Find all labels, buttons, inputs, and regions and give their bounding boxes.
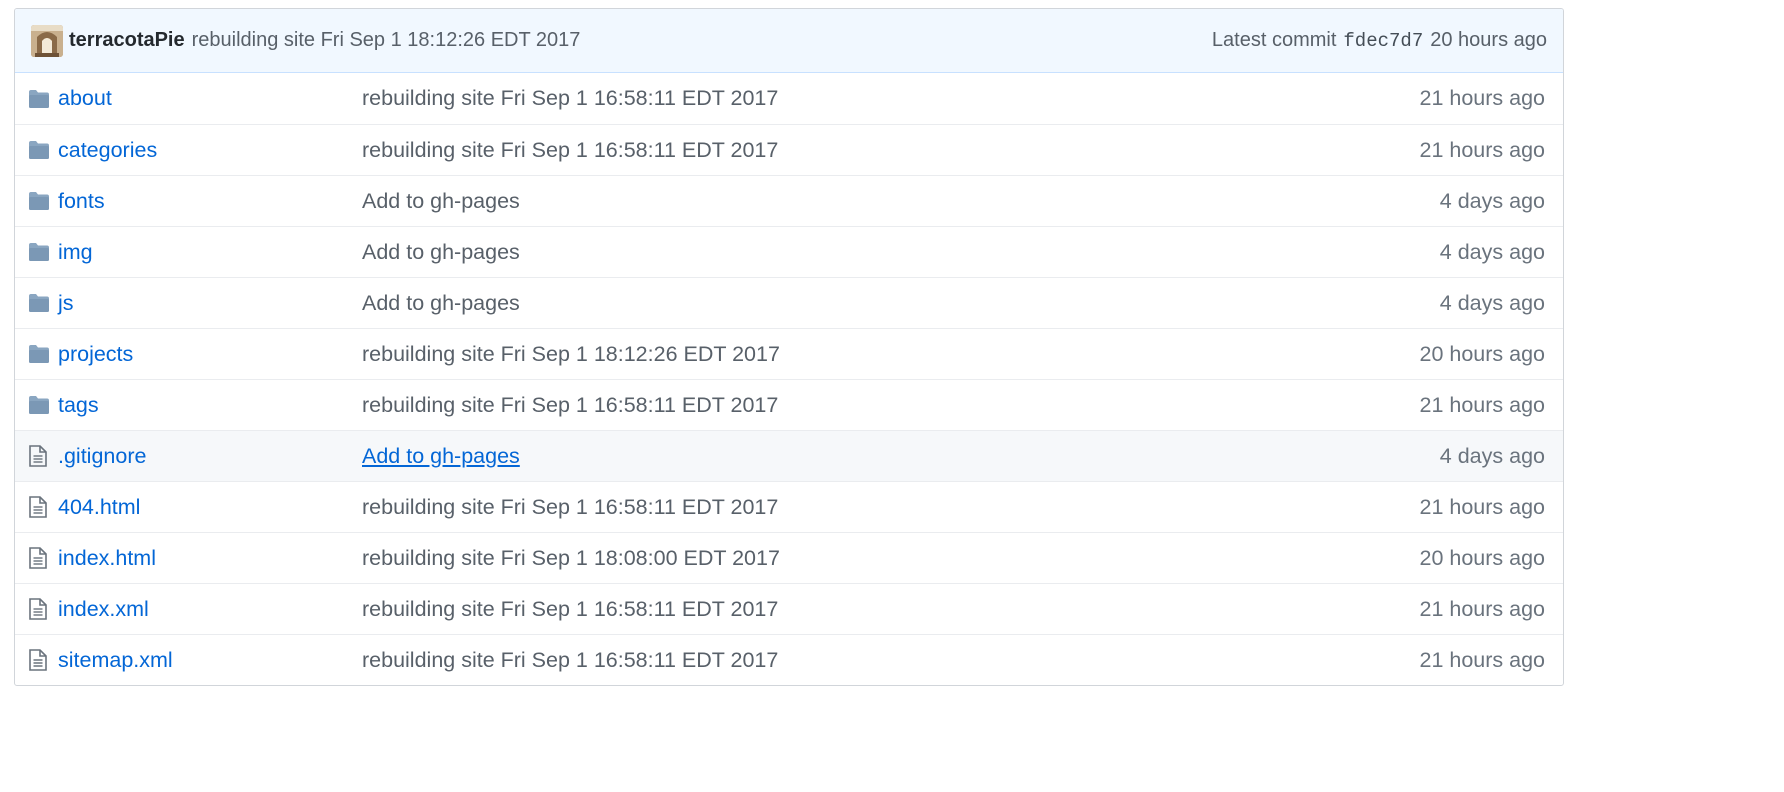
file-row-categories: categories rebuilding site Fri Sep 1 16:… [15,124,1563,175]
file-table: terracotaPie rebuilding site Fri Sep 1 1… [14,8,1564,686]
file-commit-message-link[interactable]: rebuilding site Fri Sep 1 16:58:11 EDT 2… [362,86,778,111]
file-commit-message-link[interactable]: Add to gh-pages [362,291,520,316]
file-name-link[interactable]: tags [58,393,99,418]
file-name-link[interactable]: categories [58,138,157,163]
file-age: 21 hours ago [1419,494,1545,519]
file-icon [29,584,47,634]
folder-icon [29,278,49,328]
folder-icon [29,73,49,124]
file-commit-message-link[interactable]: rebuilding site Fri Sep 1 16:58:11 EDT 2… [362,138,778,163]
file-row-projects: projects rebuilding site Fri Sep 1 18:12… [15,328,1563,379]
file-commit-message-link[interactable]: rebuilding site Fri Sep 1 16:58:11 EDT 2… [362,495,778,520]
file-name-link[interactable]: about [58,86,112,111]
file-icon [29,431,47,481]
file-commit-message-link[interactable]: Add to gh-pages [362,189,520,214]
file-row-img: img Add to gh-pages 4 days ago [15,226,1563,277]
folder-icon [29,329,49,379]
file-age: 21 hours ago [1419,137,1545,162]
file-name-link[interactable]: js [58,291,74,316]
file-age: 4 days ago [1439,188,1545,213]
author-avatar[interactable] [31,24,63,57]
file-row-about: about rebuilding site Fri Sep 1 16:58:11… [15,73,1563,124]
file-row-404-html: 404.html rebuilding site Fri Sep 1 16:58… [15,481,1563,532]
file-age: 4 days ago [1439,239,1545,264]
latest-commit-bar: terracotaPie rebuilding site Fri Sep 1 1… [15,9,1563,73]
file-name-link[interactable]: index.xml [58,597,149,622]
file-name-link[interactable]: projects [58,342,133,367]
file-commit-message-link[interactable]: Add to gh-pages [362,444,520,469]
file-icon [29,635,47,685]
file-row-index-html: index.html rebuilding site Fri Sep 1 18:… [15,532,1563,583]
file-commit-message-link[interactable]: rebuilding site Fri Sep 1 18:08:00 EDT 2… [362,546,780,571]
file-icon [29,482,47,532]
file-age: 21 hours ago [1419,392,1545,417]
file-icon [29,533,47,583]
file-name-link[interactable]: 404.html [58,495,140,520]
file-commit-message-link[interactable]: rebuilding site Fri Sep 1 16:58:11 EDT 2… [362,648,778,673]
file-name-link[interactable]: .gitignore [58,444,146,469]
file-age: 21 hours ago [1419,86,1545,110]
file-commit-message-link[interactable]: rebuilding site Fri Sep 1 16:58:11 EDT 2… [362,597,778,622]
file-age: 20 hours ago [1419,545,1545,570]
file-age: 4 days ago [1439,443,1545,468]
folder-icon [29,176,49,226]
latest-commit-info: Latest commit fdec7d7 20 hours ago [1212,29,1547,52]
file-row-gitignore: .gitignore Add to gh-pages 4 days ago [15,430,1563,481]
file-age: 21 hours ago [1419,647,1545,672]
folder-icon [29,227,49,277]
commit-message-link[interactable]: rebuilding site Fri Sep 1 18:12:26 EDT 2… [192,29,581,52]
folder-icon [29,125,49,175]
file-name-link[interactable]: index.html [58,546,156,571]
commit-age: 20 hours ago [1430,29,1547,51]
file-age: 20 hours ago [1419,341,1545,366]
folder-icon [29,380,49,430]
file-age: 4 days ago [1439,290,1545,315]
file-row-js: js Add to gh-pages 4 days ago [15,277,1563,328]
file-row-fonts: fonts Add to gh-pages 4 days ago [15,175,1563,226]
commit-sha-link[interactable]: fdec7d7 [1343,30,1423,52]
file-list: about rebuilding site Fri Sep 1 16:58:11… [15,73,1563,685]
commit-author-link[interactable]: terracotaPie [69,29,185,52]
file-name-link[interactable]: fonts [58,189,105,214]
file-age: 21 hours ago [1419,596,1545,621]
latest-commit-label: Latest commit [1211,29,1337,51]
file-row-sitemap-xml: sitemap.xml rebuilding site Fri Sep 1 16… [15,634,1563,685]
file-commit-message-link[interactable]: rebuilding site Fri Sep 1 18:12:26 EDT 2… [362,342,780,367]
file-row-index-xml: index.xml rebuilding site Fri Sep 1 16:5… [15,583,1563,634]
file-name-link[interactable]: img [58,240,93,265]
file-row-tags: tags rebuilding site Fri Sep 1 16:58:11 … [15,379,1563,430]
file-commit-message-link[interactable]: Add to gh-pages [362,240,520,265]
file-commit-message-link[interactable]: rebuilding site Fri Sep 1 16:58:11 EDT 2… [362,393,778,418]
file-name-link[interactable]: sitemap.xml [58,648,173,673]
